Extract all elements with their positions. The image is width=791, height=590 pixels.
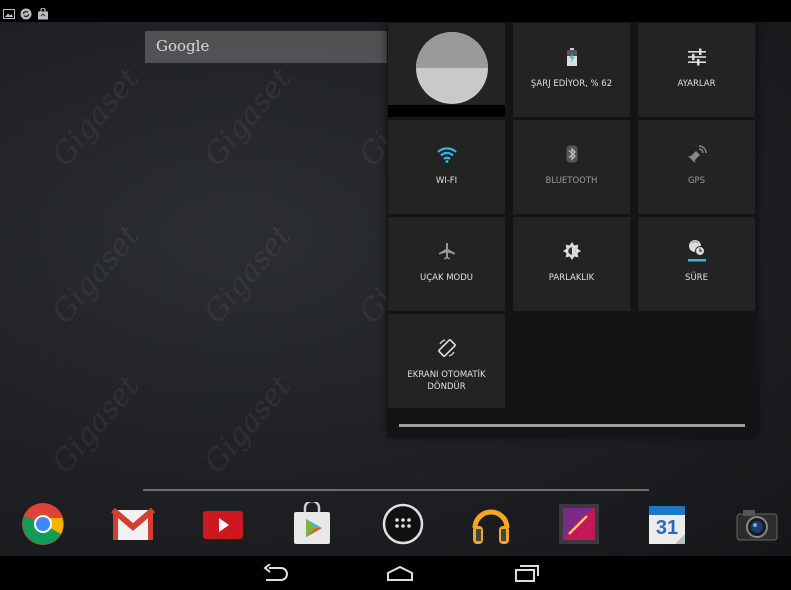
google-search-bar[interactable]: Google bbox=[145, 31, 387, 63]
recent-apps-icon bbox=[515, 565, 539, 582]
user-name-bar bbox=[388, 105, 505, 117]
quick-settings-panel: ŞARJ EDİYOR, % 62 AYARLAR WI-FI BLUETOOT… bbox=[387, 22, 757, 437]
brightness-tile[interactable]: PARLAKLIK bbox=[513, 217, 630, 311]
sync-notification-icon bbox=[20, 5, 32, 20]
battery-tile[interactable]: ŞARJ EDİYOR, % 62 bbox=[513, 23, 630, 117]
auto-rotate-tile[interactable]: EKRANI OTOMATİK DÖNDÜR bbox=[388, 314, 505, 408]
user-profile-tile[interactable] bbox=[388, 23, 505, 117]
gps-icon bbox=[638, 142, 755, 166]
screen-timeout-label: SÜRE bbox=[685, 273, 708, 283]
recent-apps-button[interactable] bbox=[508, 560, 544, 586]
wifi-label: WI-FI bbox=[435, 176, 458, 186]
image-notification-icon bbox=[3, 5, 15, 19]
wallpaper-watermark: Gigaset bbox=[197, 218, 299, 331]
gmail-app-icon[interactable] bbox=[111, 502, 155, 546]
calendar-app-icon[interactable]: 31 bbox=[645, 502, 689, 546]
timer-icon bbox=[638, 239, 755, 263]
wifi-icon bbox=[388, 142, 505, 166]
quick-settings-scroll-indicator bbox=[399, 424, 745, 427]
battery-label: ŞARJ EDİYOR, % 62 bbox=[530, 79, 613, 89]
navigation-bar bbox=[0, 556, 791, 590]
wifi-tile[interactable]: WI-FI bbox=[388, 120, 505, 214]
home-button[interactable] bbox=[382, 560, 418, 586]
auto-rotate-label: EKRANI OTOMATİK DÖNDÜR bbox=[390, 369, 503, 393]
screen-rotate-icon bbox=[388, 336, 505, 360]
auto-rotate-label-line1: EKRANI OTOMATİK bbox=[407, 370, 486, 380]
camera-app-icon[interactable] bbox=[735, 502, 779, 546]
brightness-icon bbox=[513, 239, 630, 263]
back-icon bbox=[263, 564, 288, 581]
wallpaper-watermark: Gigaset bbox=[197, 368, 299, 481]
screen-timeout-tile[interactable]: SÜRE bbox=[638, 217, 755, 311]
bluetooth-icon bbox=[513, 142, 630, 166]
home-icon bbox=[387, 565, 413, 581]
shopping-bag-notification-icon bbox=[37, 5, 49, 20]
settings-tile[interactable]: AYARLAR bbox=[638, 23, 755, 117]
dock-separator bbox=[143, 489, 649, 491]
bluetooth-tile[interactable]: BLUETOOTH bbox=[513, 120, 630, 214]
airplane-mode-label: UÇAK MODU bbox=[419, 273, 474, 283]
play-music-app-icon[interactable] bbox=[469, 502, 513, 546]
play-store-app-icon[interactable] bbox=[290, 499, 334, 546]
google-search-label: Google bbox=[156, 37, 210, 55]
sliders-icon bbox=[638, 45, 755, 69]
chrome-app-icon[interactable] bbox=[21, 502, 65, 546]
airplane-icon bbox=[388, 239, 505, 263]
status-bar[interactable] bbox=[0, 0, 791, 22]
wallpaper-watermark: Gigaset bbox=[197, 61, 299, 174]
tablet-screen: Gigaset Gigaset Gigaset Gigaset Gigaset … bbox=[0, 0, 791, 590]
gps-tile[interactable]: GPS bbox=[638, 120, 755, 214]
airplane-mode-tile[interactable]: UÇAK MODU bbox=[388, 217, 505, 311]
settings-label: AYARLAR bbox=[677, 79, 716, 89]
wallpaper-watermark: Gigaset bbox=[45, 218, 147, 331]
youtube-app-icon[interactable] bbox=[201, 502, 245, 546]
user-avatar bbox=[416, 32, 488, 104]
wallpaper-watermark: Gigaset bbox=[45, 368, 147, 481]
auto-rotate-label-line2: DÖNDÜR bbox=[427, 382, 466, 392]
back-button[interactable] bbox=[258, 560, 294, 586]
gallery-app-icon[interactable] bbox=[557, 502, 601, 546]
all-apps-launcher-icon[interactable] bbox=[381, 502, 425, 546]
bluetooth-label: BLUETOOTH bbox=[545, 176, 598, 186]
battery-charging-icon bbox=[513, 45, 630, 69]
wallpaper-watermark: Gigaset bbox=[45, 61, 147, 174]
gps-label: GPS bbox=[687, 176, 706, 186]
calendar-day-number: 31 bbox=[655, 517, 679, 539]
brightness-label: PARLAKLIK bbox=[548, 273, 595, 283]
